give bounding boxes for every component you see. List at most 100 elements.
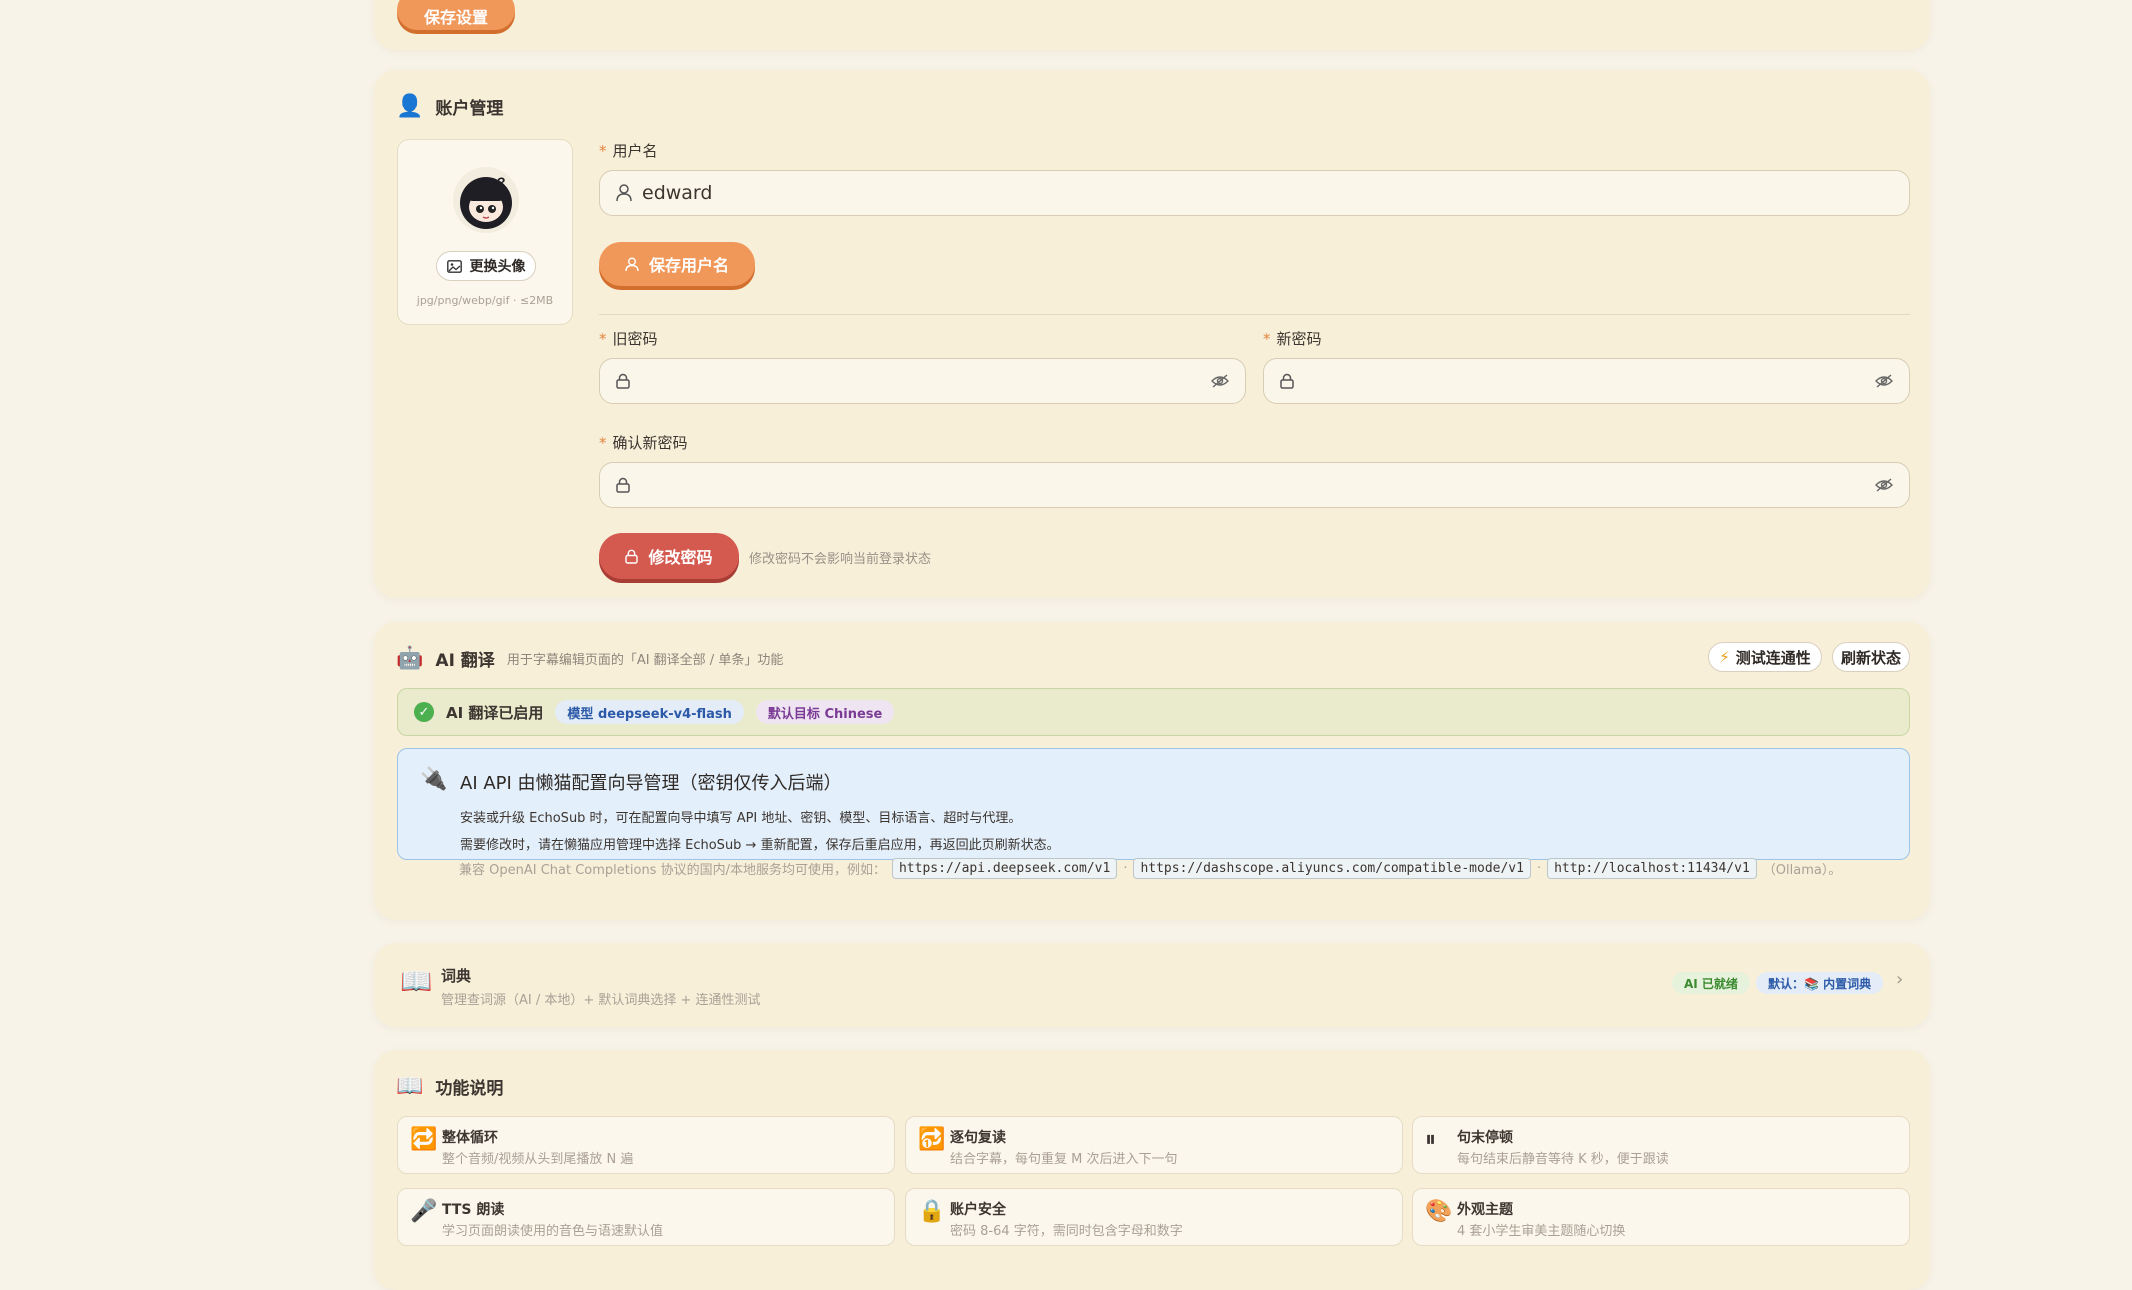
feature-pause: ⏸ 句末停顿 每句结束后静音等待 K 秒，便于跟读 xyxy=(1412,1116,1910,1174)
dictionary-card[interactable]: 📖 词典 管理查词源（AI / 本地）+ 默认词典选择 + 连通性测试 AI 已… xyxy=(374,943,1930,1027)
dictionary-subtitle: 管理查词源（AI / 本地）+ 默认词典选择 + 连通性测试 xyxy=(441,993,761,1008)
feature-title: TTS 朗读 xyxy=(442,1202,505,1218)
ai-info-title: AI API 由懒猫配置向导管理（密钥仅传入后端） xyxy=(460,773,842,794)
save-username-button[interactable]: 保存用户名 xyxy=(599,242,755,286)
eye-off-icon[interactable] xyxy=(1211,374,1229,388)
feature-desc: 密码 8-64 字符，需同时包含字母和数字 xyxy=(950,1224,1183,1239)
feature-desc: 4 套小学生审美主题随心切换 xyxy=(1457,1224,1626,1239)
lock-icon xyxy=(625,549,639,564)
divider xyxy=(599,314,1910,315)
ai-info-box: 🔌 AI API 由懒猫配置向导管理（密钥仅传入后端） 安装或升级 EchoSu… xyxy=(397,748,1910,860)
compat-suffix: （Ollama）。 xyxy=(1762,863,1842,878)
lock-icon: 🔒 xyxy=(918,1199,946,1224)
username-label: * 用户名 xyxy=(599,142,658,160)
url-dashscope: https://dashscope.aliyuncs.com/compatibl… xyxy=(1133,858,1531,879)
username-input[interactable]: edward xyxy=(599,170,1910,216)
avatar[interactable]: ? xyxy=(453,167,519,233)
eye-off-icon[interactable] xyxy=(1875,374,1893,388)
book-icon: 📖 xyxy=(400,967,433,997)
account-title-text: 账户管理 xyxy=(435,99,504,119)
url-ollama: http://localhost:11434/v1 xyxy=(1547,858,1757,879)
lightning-icon: ⚡ xyxy=(1719,648,1730,666)
feature-desc: 每句结束后静音等待 K 秒，便于跟读 xyxy=(1457,1152,1669,1167)
image-icon xyxy=(446,259,462,273)
ai-info-line1: 安装或升级 EchoSub 时，可在配置向导中填写 API 地址、密钥、模型、目… xyxy=(460,811,1022,826)
repeat-icon: 🔁 xyxy=(410,1127,438,1152)
palette-icon: 🎨 xyxy=(1425,1199,1453,1224)
new-password-input[interactable] xyxy=(1263,358,1910,404)
microphone-icon: 🎤 xyxy=(410,1199,438,1224)
user-outline-icon xyxy=(616,184,632,202)
change-avatar-button[interactable]: 更换头像 xyxy=(436,251,536,281)
feature-desc: 结合字幕，每句重复 M 次后进入下一句 xyxy=(950,1152,1178,1167)
pause-icon: ⏸ xyxy=(1425,1127,1437,1152)
dictionary-title: 词典 xyxy=(441,967,472,985)
password-hint: 修改密码不会影响当前登录状态 xyxy=(749,552,932,567)
save-settings-button[interactable]: 保存设置 xyxy=(397,0,515,30)
feature-title: 账户安全 xyxy=(950,1202,1006,1218)
feature-desc: 学习页面朗读使用的音色与语速默认值 xyxy=(442,1224,664,1239)
lock-icon xyxy=(616,477,630,493)
confirm-password-input[interactable] xyxy=(599,462,1910,508)
test-connection-label: 测试连通性 xyxy=(1735,648,1811,667)
check-circle-icon: ✓ xyxy=(414,702,434,722)
username-value: edward xyxy=(642,182,713,204)
feature-title: 句末停顿 xyxy=(1457,1130,1513,1146)
account-card: 👤 账户管理 ? 更换头像 jpg/png/webp/gif · ≤2MB * … xyxy=(374,70,1930,598)
ai-info-line2: 需要修改时，请在懒猫应用管理中选择 EchoSub → 重新配置，保存后重启应用… xyxy=(460,838,1060,853)
feature-tts: 🎤 TTS 朗读 学习页面朗读使用的音色与语速默认值 xyxy=(397,1188,895,1246)
url-deepseek: https://api.deepseek.com/v1 xyxy=(891,858,1118,879)
avatar-panel: ? 更换头像 jpg/png/webp/gif · ≤2MB xyxy=(397,139,573,325)
feature-security: 🔒 账户安全 密码 8-64 字符，需同时包含字母和数字 xyxy=(905,1188,1403,1246)
avatar-image-icon: ? xyxy=(460,174,512,229)
confirm-password-label: * 确认新密码 xyxy=(599,434,688,452)
feature-title: 整体循环 xyxy=(442,1130,498,1146)
ai-compat-line: 兼容 OpenAI Chat Completions 协议的国内/本地服务均可使… xyxy=(459,858,1841,879)
compat-prefix: 兼容 OpenAI Chat Completions 协议的国内/本地服务均可使… xyxy=(459,863,886,878)
features-card: 📖 功能说明 🔁 整体循环 整个音频/视频从头到尾播放 N 遍 🔂 逐句复读 结… xyxy=(374,1050,1930,1290)
user-icon: 👤 xyxy=(396,93,424,119)
eye-off-icon[interactable] xyxy=(1875,478,1893,492)
ai-ready-tag: AI 已就绪 xyxy=(1672,972,1750,994)
feature-loop-all: 🔁 整体循环 整个音频/视频从头到尾播放 N 遍 xyxy=(397,1116,895,1174)
change-password-button[interactable]: 修改密码 xyxy=(599,533,739,579)
account-title: 👤 账户管理 xyxy=(396,94,503,119)
ai-status-bar: ✓ AI 翻译已启用 模型 deepseek-v4-flash 默认目标 Chi… xyxy=(397,688,1910,736)
plug-icon: 🔌 xyxy=(420,767,448,792)
ai-title: 🤖 AI 翻译 用于字幕编辑页面的「AI 翻译全部 / 单条」功能 xyxy=(396,646,783,671)
separator: · xyxy=(1536,861,1542,876)
model-tag: 模型 deepseek-v4-flash xyxy=(555,700,744,724)
features-title-text: 功能说明 xyxy=(435,1079,504,1099)
change-password-label: 修改密码 xyxy=(648,548,713,567)
separator: · xyxy=(1123,861,1128,876)
refresh-status-label: 刷新状态 xyxy=(1840,648,1901,667)
default-dictionary-tag: 默认：📚 内置词典 xyxy=(1756,972,1884,994)
ai-title-text: AI 翻译 xyxy=(435,651,495,671)
target-language-tag: 默认目标 Chinese xyxy=(755,700,895,724)
feature-desc: 整个音频/视频从头到尾播放 N 遍 xyxy=(442,1152,634,1167)
ai-card: 🤖 AI 翻译 用于字幕编辑页面的「AI 翻译全部 / 单条」功能 ⚡ 测试连通… xyxy=(374,622,1930,920)
save-settings-label: 保存设置 xyxy=(423,8,488,27)
svg-text:?: ? xyxy=(497,174,506,190)
user-outline-icon xyxy=(625,257,639,271)
book-icon: 📖 xyxy=(396,1073,424,1099)
old-password-label: * 旧密码 xyxy=(599,330,658,348)
new-password-label: * 新密码 xyxy=(1263,330,1322,348)
save-username-label: 保存用户名 xyxy=(648,256,729,275)
feature-repeat-sentence: 🔂 逐句复读 结合字幕，每句重复 M 次后进入下一句 xyxy=(905,1116,1403,1174)
old-password-input[interactable] xyxy=(599,358,1246,404)
avatar-hint: jpg/png/webp/gif · ≤2MB xyxy=(416,294,554,307)
repeat-one-icon: 🔂 xyxy=(918,1127,946,1152)
test-connection-button[interactable]: ⚡ 测试连通性 xyxy=(1708,642,1822,672)
lock-icon xyxy=(616,373,630,389)
settings-card: 保存设置 xyxy=(374,0,1930,50)
feature-theme: 🎨 外观主题 4 套小学生审美主题随心切换 xyxy=(1412,1188,1910,1246)
ai-subtitle: 用于字幕编辑页面的「AI 翻译全部 / 单条」功能 xyxy=(506,653,784,668)
refresh-status-button[interactable]: 刷新状态 xyxy=(1832,642,1910,672)
robot-icon: 🤖 xyxy=(396,645,424,671)
feature-title: 外观主题 xyxy=(1457,1202,1513,1218)
chevron-right-icon[interactable]: › xyxy=(1896,969,1903,990)
ai-status-text: AI 翻译已启用 xyxy=(446,703,544,722)
feature-title: 逐句复读 xyxy=(950,1130,1006,1146)
features-title: 📖 功能说明 xyxy=(396,1074,503,1099)
